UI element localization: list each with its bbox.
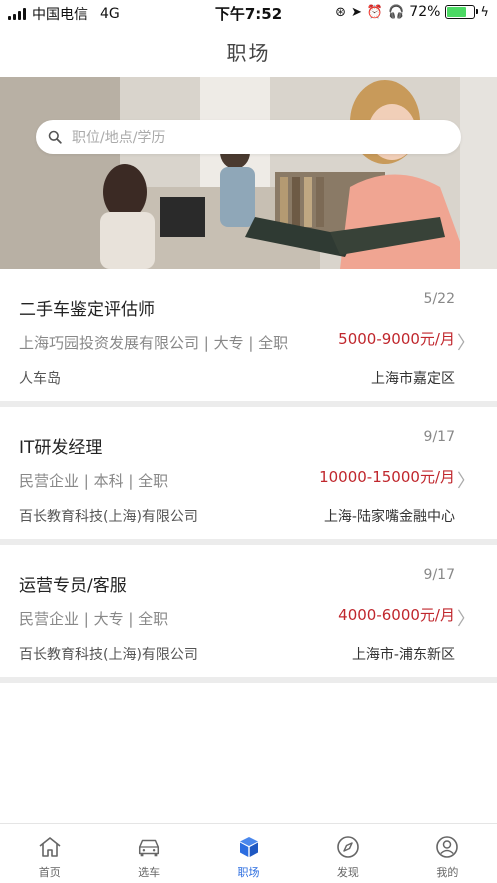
tab-label: 我的 xyxy=(436,866,459,879)
job-location: 上海市嘉定区 xyxy=(371,371,455,387)
cube-icon xyxy=(236,834,262,860)
job-meta: 上海巧园投资发展有限公司 | 大专 | 全职 xyxy=(19,334,289,352)
chevron-right-icon: 〉 xyxy=(457,471,475,492)
tab-label: 选车 xyxy=(138,866,161,879)
tab-car[interactable]: 选车 xyxy=(99,824,198,883)
battery-icon xyxy=(445,5,479,19)
job-company: 百长教育科技(上海)有限公司 xyxy=(19,647,198,663)
chevron-right-icon: 〉 xyxy=(457,609,475,630)
job-salary: 10000-15000元/月 xyxy=(319,468,455,486)
car-icon xyxy=(136,834,162,860)
charging-icon: ϟ xyxy=(480,4,489,20)
tab-bar: 首页 选车 职场 发现 我的 xyxy=(0,823,497,883)
tab-label: 职场 xyxy=(237,866,260,879)
tab-label: 首页 xyxy=(38,866,61,879)
search-placeholder: 职位/地点/学历 xyxy=(72,130,166,146)
chevron-right-icon: 〉 xyxy=(457,333,475,354)
divider xyxy=(0,677,497,683)
tab-profile[interactable]: 我的 xyxy=(398,824,497,883)
tab-discover[interactable]: 发现 xyxy=(298,824,397,883)
job-title: IT研发经理 xyxy=(19,438,103,458)
job-card[interactable]: 运营专员/客服 9/17 民营企业 | 大专 | 全职 4000-6000元/月… xyxy=(0,545,497,677)
job-company: 百长教育科技(上海)有限公司 xyxy=(19,509,198,525)
job-card[interactable]: 二手车鉴定评估师 5/22 上海巧园投资发展有限公司 | 大专 | 全职 500… xyxy=(0,269,497,401)
home-icon xyxy=(37,834,63,860)
job-salary: 5000-9000元/月 xyxy=(338,330,455,348)
job-title: 运营专员/客服 xyxy=(19,576,127,596)
banner-illustration xyxy=(0,77,497,269)
job-location: 上海市-浦东新区 xyxy=(351,647,455,663)
search-input[interactable]: 职位/地点/学历 xyxy=(36,120,461,154)
location-icon: ➤ xyxy=(351,4,362,20)
job-date: 9/17 xyxy=(423,429,455,445)
user-icon xyxy=(434,834,460,860)
battery-percent: 72% xyxy=(409,4,441,20)
tab-home[interactable]: 首页 xyxy=(0,824,99,883)
job-date: 9/17 xyxy=(423,567,455,583)
job-meta: 民营企业 | 本科 | 全职 xyxy=(19,472,169,490)
status-bar: 中国电信 4G 下午7:52 ⊛ ➤ ⏰ 🎧 72% ϟ xyxy=(0,0,497,26)
job-location: 上海-陆家嘴金融中心 xyxy=(323,509,455,525)
alarm-icon: ⏰ xyxy=(366,4,384,20)
job-salary: 4000-6000元/月 xyxy=(338,606,455,624)
banner-image: 职位/地点/学历 xyxy=(0,77,497,269)
rotation-lock-icon: ⊛ xyxy=(335,4,347,20)
tab-career[interactable]: 职场 xyxy=(199,824,298,883)
page-title: 职场 xyxy=(226,40,271,65)
job-company: 人车岛 xyxy=(19,371,61,387)
job-date: 5/22 xyxy=(423,291,455,307)
nav-bar: 职场 xyxy=(0,26,497,76)
job-meta: 民营企业 | 大专 | 全职 xyxy=(19,610,169,628)
headphones-icon: 🎧 xyxy=(388,4,405,20)
compass-icon xyxy=(335,834,361,860)
job-title: 二手车鉴定评估师 xyxy=(19,300,155,320)
status-right: ⊛ ➤ ⏰ 🎧 72% ϟ xyxy=(335,4,489,20)
tab-label: 发现 xyxy=(336,866,359,879)
job-card[interactable]: IT研发经理 9/17 民营企业 | 本科 | 全职 10000-15000元/… xyxy=(0,407,497,539)
search-icon xyxy=(48,130,62,144)
